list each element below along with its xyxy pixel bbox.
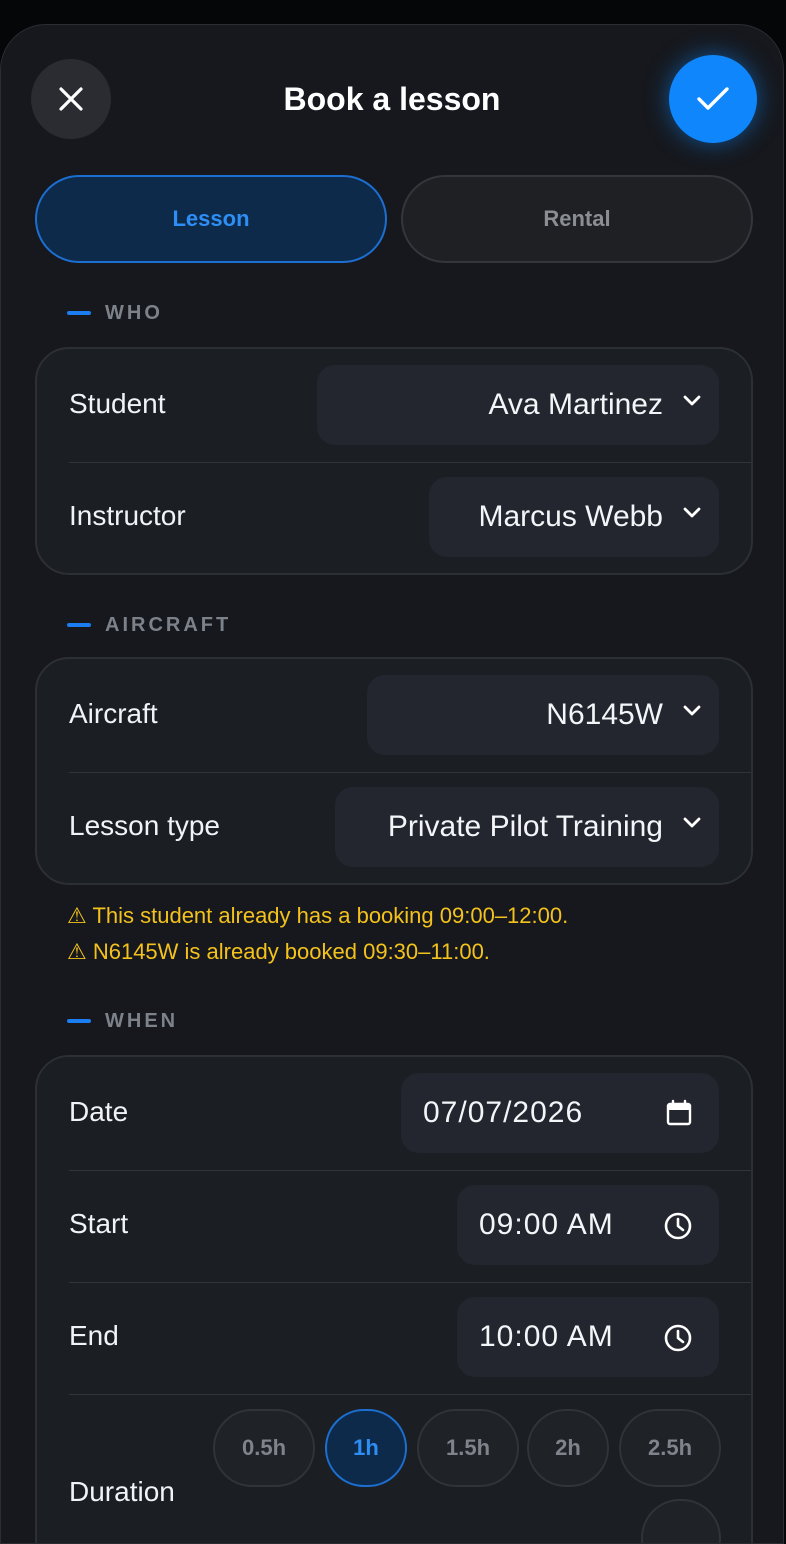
date-value: 07/07/2026 (423, 1096, 584, 1129)
clock-icon (664, 1324, 692, 1352)
check-icon (697, 87, 729, 110)
start-label: Start (69, 1208, 129, 1239)
aircraft-label: Aircraft (69, 698, 158, 729)
student-value: Ava Martinez (488, 388, 663, 421)
instructor-select[interactable]: Marcus Webb (429, 477, 719, 557)
section-accent-bar (67, 623, 91, 627)
instructor-label: Instructor (69, 500, 186, 531)
lesson-type-value: Private Pilot Training (387, 810, 663, 843)
tab-rental[interactable]: Rental (401, 175, 753, 263)
page-title: Book a lesson (283, 81, 501, 117)
instructor-value: Marcus Webb (478, 500, 663, 533)
date-row: Date 07/07/2026 (37, 1057, 751, 1169)
start-value: 09:00 AM (479, 1208, 614, 1241)
calendar-icon (666, 1099, 692, 1126)
conflict-warning-student: ⚠ This student already has a booking 09:… (67, 903, 569, 928)
date-input[interactable]: 07/07/2026 (401, 1073, 719, 1153)
end-value: 10:00 AM (479, 1320, 614, 1353)
duration-chip-1h[interactable]: 1h (325, 1409, 407, 1487)
section-label-aircraft: AIRCRAFT (67, 613, 231, 637)
duration-chip-more[interactable] (641, 1499, 721, 1543)
when-card: Date 07/07/2026 Start 09:00 AM End 10:00… (35, 1055, 753, 1543)
aircraft-value: N6145W (546, 698, 663, 731)
booking-sheet: Book a lesson Lesson Rental WHO Student … (0, 24, 784, 1544)
student-row: Student Ava Martinez (37, 349, 751, 461)
lesson-type-label: Lesson type (69, 810, 220, 841)
student-select[interactable]: Ava Martinez (317, 365, 719, 445)
lesson-type-select[interactable]: Private Pilot Training (335, 787, 719, 867)
aircraft-card: Aircraft N6145W Lesson type Private Pilo… (35, 657, 753, 885)
instructor-row: Instructor Marcus Webb (37, 461, 751, 573)
start-time-input[interactable]: 09:00 AM (457, 1185, 719, 1265)
duration-label: Duration (69, 1476, 175, 1507)
duration-chip-2h[interactable]: 2h (527, 1409, 609, 1487)
section-label-text: AIRCRAFT (105, 613, 232, 636)
section-accent-bar (67, 1019, 91, 1023)
section-label-who: WHO (67, 301, 163, 325)
tab-lesson[interactable]: Lesson (35, 175, 387, 263)
duration-row: Duration 0.5h 1h 1.5h 2h 2.5h (37, 1393, 751, 1543)
chevron-down-icon (683, 395, 701, 406)
clock-icon (664, 1212, 692, 1240)
duration-chip-1.5h[interactable]: 1.5h (417, 1409, 519, 1487)
date-label: Date (69, 1096, 129, 1127)
conflict-warning-aircraft: ⚠ N6145W is already booked 09:30–11:00. (67, 939, 490, 964)
chevron-down-icon (683, 817, 701, 828)
lesson-type-row: Lesson type Private Pilot Training (37, 771, 751, 883)
aircraft-row: Aircraft N6145W (37, 659, 751, 771)
student-label: Student (69, 388, 166, 419)
confirm-button[interactable] (669, 55, 757, 143)
aircraft-select[interactable]: N6145W (367, 675, 719, 755)
end-label: End (69, 1320, 119, 1351)
section-label-text: WHO (105, 301, 163, 324)
start-row: Start 09:00 AM (37, 1169, 751, 1281)
duration-chip-2.5h[interactable]: 2.5h (619, 1409, 721, 1487)
who-card: Student Ava Martinez Instructor Marcus W… (35, 347, 753, 575)
section-label-text: WHEN (105, 1009, 179, 1032)
section-accent-bar (67, 311, 91, 315)
duration-chip-0.5h[interactable]: 0.5h (213, 1409, 315, 1487)
chevron-down-icon (683, 705, 701, 716)
chevron-down-icon (683, 507, 701, 518)
end-time-input[interactable]: 10:00 AM (457, 1297, 719, 1377)
section-label-when: WHEN (67, 1009, 178, 1033)
end-row: End 10:00 AM (37, 1281, 751, 1393)
